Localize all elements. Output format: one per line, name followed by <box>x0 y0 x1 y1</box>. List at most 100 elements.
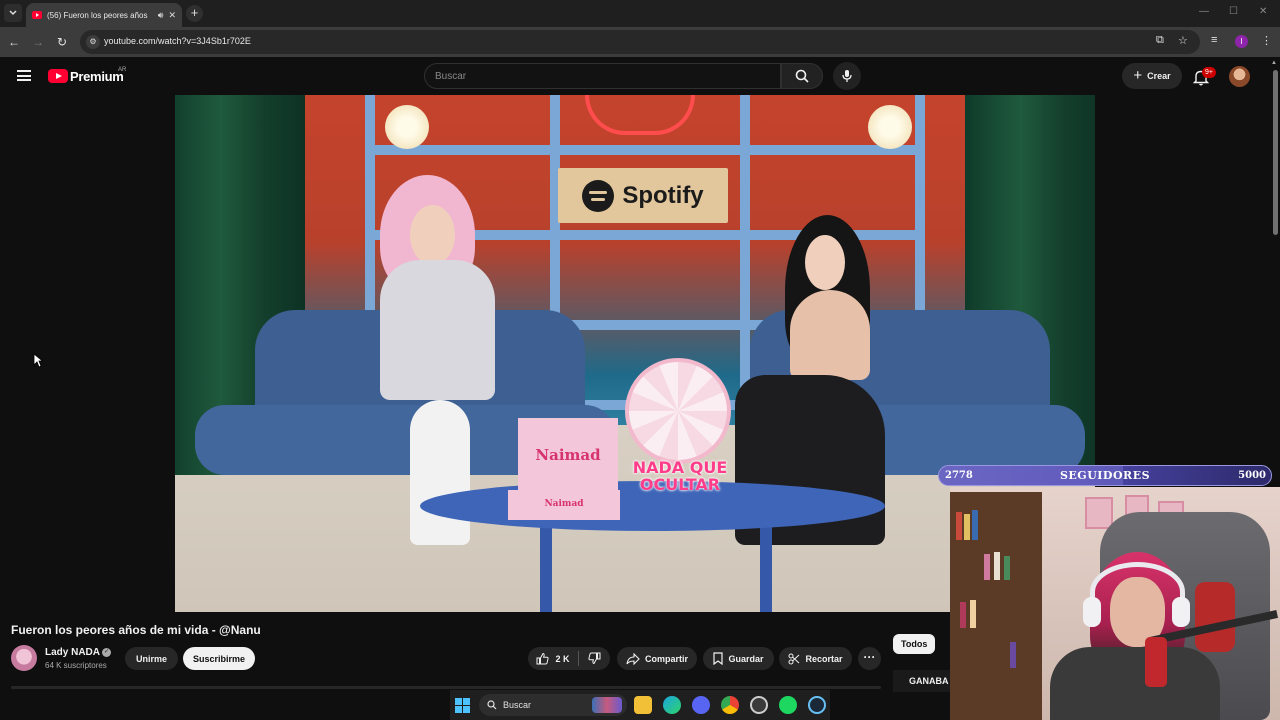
youtube-favicon-icon <box>32 11 42 19</box>
mic-icon <box>842 70 852 82</box>
page-scrollbar-thumb[interactable] <box>1273 70 1278 235</box>
table-leg-right <box>760 520 772 612</box>
channel-avatar[interactable] <box>11 645 37 671</box>
create-label: Crear <box>1147 71 1171 81</box>
show-logo-line1: NADA QUE <box>632 458 728 477</box>
taskbar-search[interactable]: Buscar <box>479 694 627 716</box>
browser-tabstrip: (56) Fueron los peores años 🔊︎ ✕ + — ☐ ✕ <box>0 0 1280 27</box>
clip-label: Recortar <box>805 653 843 664</box>
show-logo-line2: OCULTAR <box>639 475 721 494</box>
youtube-brand[interactable]: Premium <box>70 69 124 84</box>
menu-dots-icon[interactable]: ⋮ <box>1261 34 1272 47</box>
like-button[interactable]: 2 K <box>528 652 578 665</box>
chip-all[interactable]: Todos <box>893 634 936 654</box>
audio-icon[interactable]: 🔊︎ <box>158 10 164 21</box>
user-avatar[interactable] <box>1229 66 1250 87</box>
spotify-logo-icon <box>582 179 615 212</box>
window-close-icon[interactable]: ✕ <box>1259 6 1267 17</box>
clip-button[interactable]: Recortar <box>779 647 852 670</box>
verified-icon: ✓ <box>102 648 111 657</box>
url-text[interactable]: youtube.com/watch?v=3J4Sb1r702E <box>104 36 251 46</box>
minimize-icon[interactable]: — <box>1199 6 1209 17</box>
dislike-button[interactable] <box>579 652 610 665</box>
naimad-box-small: Naimad <box>508 490 620 520</box>
streamer-body <box>1050 647 1220 720</box>
maximize-icon[interactable]: ☐ <box>1229 6 1238 17</box>
reload-icon[interactable]: ↻ <box>54 34 70 50</box>
taskbar-search-label: Buscar <box>503 700 532 710</box>
steam-icon[interactable] <box>808 696 826 714</box>
browser-toolbar: ← → ↻ ⚙ youtube.com/watch?v=3J4Sb1r702E … <box>0 27 1280 57</box>
show-logo: NADA QUE OCULTAR <box>620 459 740 493</box>
plus-icon: + <box>1133 67 1143 84</box>
chrome-icon[interactable] <box>721 696 739 714</box>
scroll-up-icon[interactable]: ▲ <box>1271 60 1277 66</box>
scissors-icon <box>788 653 800 664</box>
host-torso <box>790 290 870 380</box>
save-button[interactable]: Guardar <box>703 647 774 670</box>
new-tab-icon[interactable]: + <box>186 5 203 22</box>
tab-title: (56) Fueron los peores años <box>47 10 148 20</box>
share-label: Compartir <box>644 653 688 664</box>
guest-face <box>410 205 455 265</box>
install-icon[interactable]: ⧉ <box>1156 34 1164 47</box>
description-box[interactable] <box>11 686 881 689</box>
obs-icon[interactable] <box>750 696 768 714</box>
spotify-icon[interactable] <box>779 696 797 714</box>
create-button[interactable]: + Crear <box>1122 63 1182 89</box>
search-button[interactable] <box>781 63 823 89</box>
subscriber-count: 64 K suscriptores <box>45 661 107 670</box>
wall-frame <box>1085 497 1113 529</box>
save-label: Guardar <box>728 653 764 664</box>
discord-icon[interactable] <box>692 696 710 714</box>
search-placeholder: Buscar <box>435 71 467 82</box>
suggested-video-thumbnail[interactable]: GANABA <box>893 670 950 692</box>
file-explorer-icon[interactable] <box>634 696 652 714</box>
subscribe-button[interactable]: Suscribirme <box>183 647 255 670</box>
hamburger-icon[interactable] <box>17 70 31 81</box>
spotify-sign-text: Spotify <box>622 181 704 209</box>
headset <box>1090 562 1185 622</box>
search-icon <box>487 700 497 710</box>
edge-icon[interactable] <box>663 696 681 714</box>
site-settings-icon[interactable]: ⚙ <box>86 35 100 49</box>
guest-boots <box>410 400 470 545</box>
like-dislike-group: 2 K <box>528 647 610 670</box>
join-button[interactable]: Unirme <box>125 647 178 670</box>
windows-taskbar: Buscar <box>450 690 830 720</box>
naimad-box-small-label: Naimad <box>544 499 584 509</box>
voice-search-button[interactable] <box>833 62 861 90</box>
windows-start-icon[interactable] <box>455 698 470 713</box>
browser-tab[interactable]: (56) Fueron los peores años 🔊︎ ✕ <box>26 3 182 27</box>
thumbs-up-icon <box>536 652 550 665</box>
notification-badge: 9+ <box>1202 67 1216 78</box>
channel-name[interactable]: Lady NADA <box>45 647 100 658</box>
more-actions-button[interactable]: ··· <box>858 647 881 670</box>
spotify-sign: Spotify <box>558 168 728 223</box>
forward-icon[interactable]: → <box>30 34 46 50</box>
profile-avatar[interactable]: I <box>1235 35 1248 48</box>
bookmark-star-icon[interactable]: ☆ <box>1178 34 1188 47</box>
video-title: Fueron los peores años de mi vida - @Nan… <box>11 623 261 637</box>
thumbs-down-icon <box>588 652 601 665</box>
follower-label: SEGUIDORES <box>1059 469 1151 482</box>
youtube-header: Premium AR Buscar + Crear 9+ <box>0 57 1280 95</box>
lamp-right <box>868 105 912 149</box>
media-controls-icon[interactable]: ≡ <box>1211 34 1217 46</box>
search-input[interactable]: Buscar <box>424 63 781 89</box>
bookmark-icon <box>713 652 724 665</box>
tab-list-icon[interactable] <box>4 4 22 22</box>
share-button[interactable]: Compartir <box>617 647 697 670</box>
mouse-cursor-icon <box>33 353 43 368</box>
close-icon[interactable]: ✕ <box>168 10 176 21</box>
address-bar[interactable]: ⚙ youtube.com/watch?v=3J4Sb1r702E <box>80 30 1200 54</box>
back-icon[interactable]: ← <box>6 34 22 50</box>
search-highlight-art <box>592 697 622 713</box>
like-count: 2 K <box>555 653 570 664</box>
follower-goal: 5000 <box>1238 470 1266 481</box>
share-icon <box>626 652 640 665</box>
guest-jacket <box>380 260 495 400</box>
youtube-logo-icon[interactable] <box>48 69 68 83</box>
table-leg-left <box>540 520 552 612</box>
naimad-box: Naimad <box>518 418 618 490</box>
